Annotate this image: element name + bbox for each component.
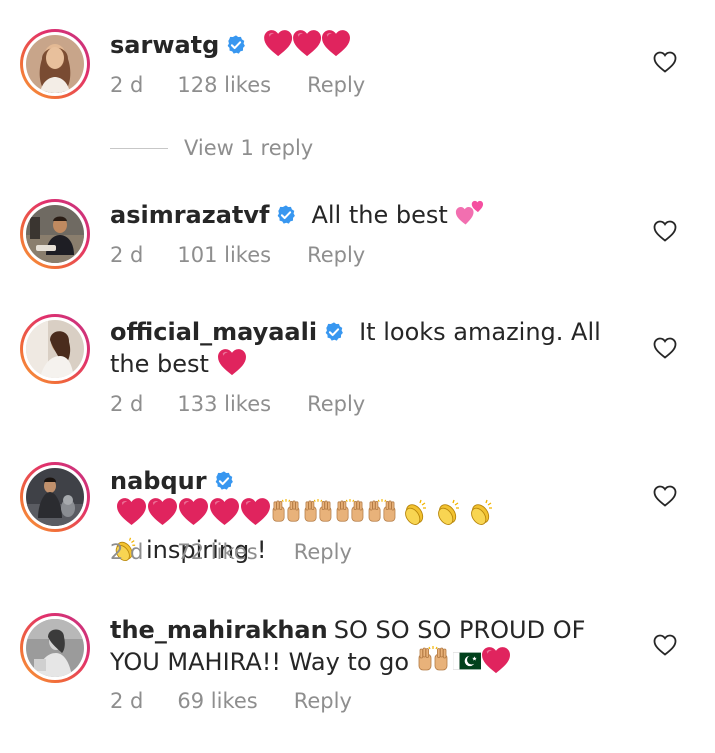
avatar[interactable] xyxy=(20,613,90,683)
avatar[interactable] xyxy=(20,314,90,384)
avatar[interactable] xyxy=(20,199,90,269)
username[interactable]: nabqur xyxy=(110,467,207,495)
avatar-photo xyxy=(26,205,84,263)
avatar-photo xyxy=(26,468,84,526)
avatar[interactable] xyxy=(20,462,90,532)
two-pink-hearts-emoji xyxy=(455,199,485,227)
likes-count[interactable]: 128 likes xyxy=(177,73,271,97)
view-replies-button[interactable]: View 1 reply xyxy=(110,136,313,160)
avatar-photo xyxy=(26,619,84,677)
comment-body: official_mayaali It looks amazing. All th… xyxy=(110,317,630,380)
heart-outline-icon[interactable] xyxy=(653,485,677,507)
red-heart-emoji xyxy=(217,349,246,376)
heart-outline-icon[interactable] xyxy=(653,220,677,242)
likes-count[interactable]: 101 likes xyxy=(177,243,271,267)
timestamp: 2 d xyxy=(110,243,144,267)
likes-count[interactable]: 133 likes xyxy=(177,392,271,416)
comment-body: the_mahirakhan SO SO SO PROUD OF YOU MAHI… xyxy=(110,615,630,678)
reply-button[interactable]: Reply xyxy=(307,392,365,416)
reply-button[interactable]: Reply xyxy=(307,73,365,97)
emoji-row xyxy=(116,497,502,535)
comment-meta: 2 d 72 likes Reply xyxy=(110,540,352,564)
reply-button[interactable]: Reply xyxy=(294,689,352,713)
verified-badge-icon xyxy=(323,321,345,343)
timestamp: 2 d xyxy=(110,540,144,564)
heart-outline-icon[interactable] xyxy=(653,337,677,359)
username[interactable]: the_mahirakhan xyxy=(110,616,328,644)
avatar-photo xyxy=(26,35,84,93)
likes-count[interactable]: 69 likes xyxy=(177,689,257,713)
avatar-photo xyxy=(26,320,84,378)
pakistan-flag-emoji xyxy=(453,650,481,672)
divider xyxy=(110,147,168,149)
comment-meta: 2 d 133 likes Reply xyxy=(110,392,365,416)
comment-meta: 2 d 69 likes Reply xyxy=(110,689,352,713)
reply-button[interactable]: Reply xyxy=(294,540,352,564)
comment-item: sarwatg 2 d 128 likes Reply View 1 reply xyxy=(0,0,715,175)
comment-meta: 2 d 128 likes Reply xyxy=(110,73,365,97)
comment-body: asimrazatvf All the best xyxy=(110,199,630,231)
verified-badge-icon xyxy=(213,470,235,492)
username[interactable]: asimrazatvf xyxy=(110,201,269,229)
timestamp: 2 d xyxy=(110,73,144,97)
emoji-sequence xyxy=(117,498,493,526)
avatar[interactable] xyxy=(20,29,90,99)
reply-button[interactable]: Reply xyxy=(307,243,365,267)
raising-hands-emoji xyxy=(417,646,449,674)
heart-outline-icon[interactable] xyxy=(653,634,677,656)
timestamp: 2 d xyxy=(110,392,144,416)
timestamp: 2 d xyxy=(110,689,144,713)
red-heart-emoji xyxy=(263,29,353,65)
view-replies-label: View 1 reply xyxy=(184,136,314,160)
verified-badge-icon xyxy=(225,34,247,56)
red-heart-emoji xyxy=(481,647,510,674)
username[interactable]: official_mayaali xyxy=(110,318,317,346)
verified-badge-icon xyxy=(275,204,297,226)
comment-text: All the best xyxy=(311,201,448,229)
heart-outline-icon[interactable] xyxy=(653,51,677,73)
comment-body: sarwatg xyxy=(110,29,630,65)
likes-count[interactable]: 72 likes xyxy=(177,540,257,564)
username[interactable]: sarwatg xyxy=(110,31,219,59)
comment-meta: 2 d 101 likes Reply xyxy=(110,243,365,267)
